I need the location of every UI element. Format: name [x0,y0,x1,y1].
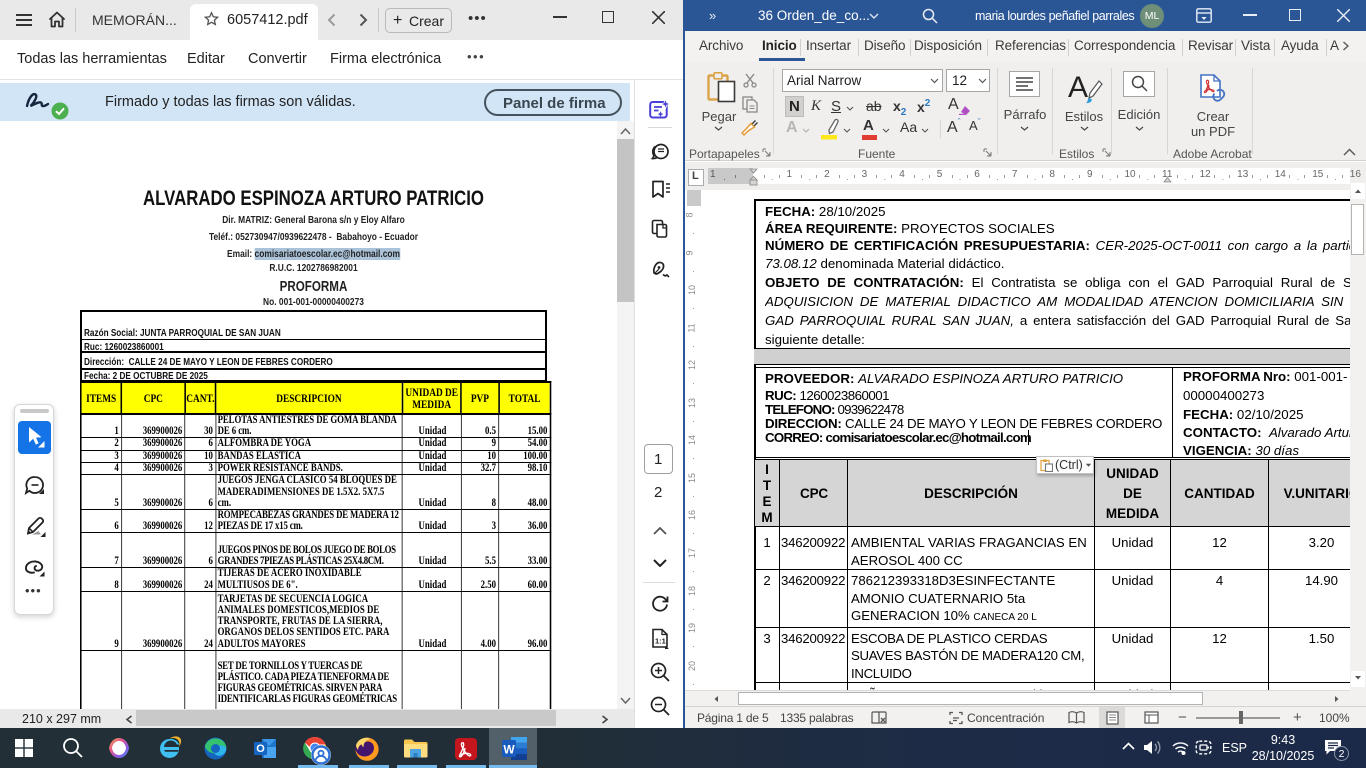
svg-text:W: W [503,743,515,757]
svg-text:1:1: 1:1 [655,637,666,646]
svg-text:O: O [256,743,265,755]
